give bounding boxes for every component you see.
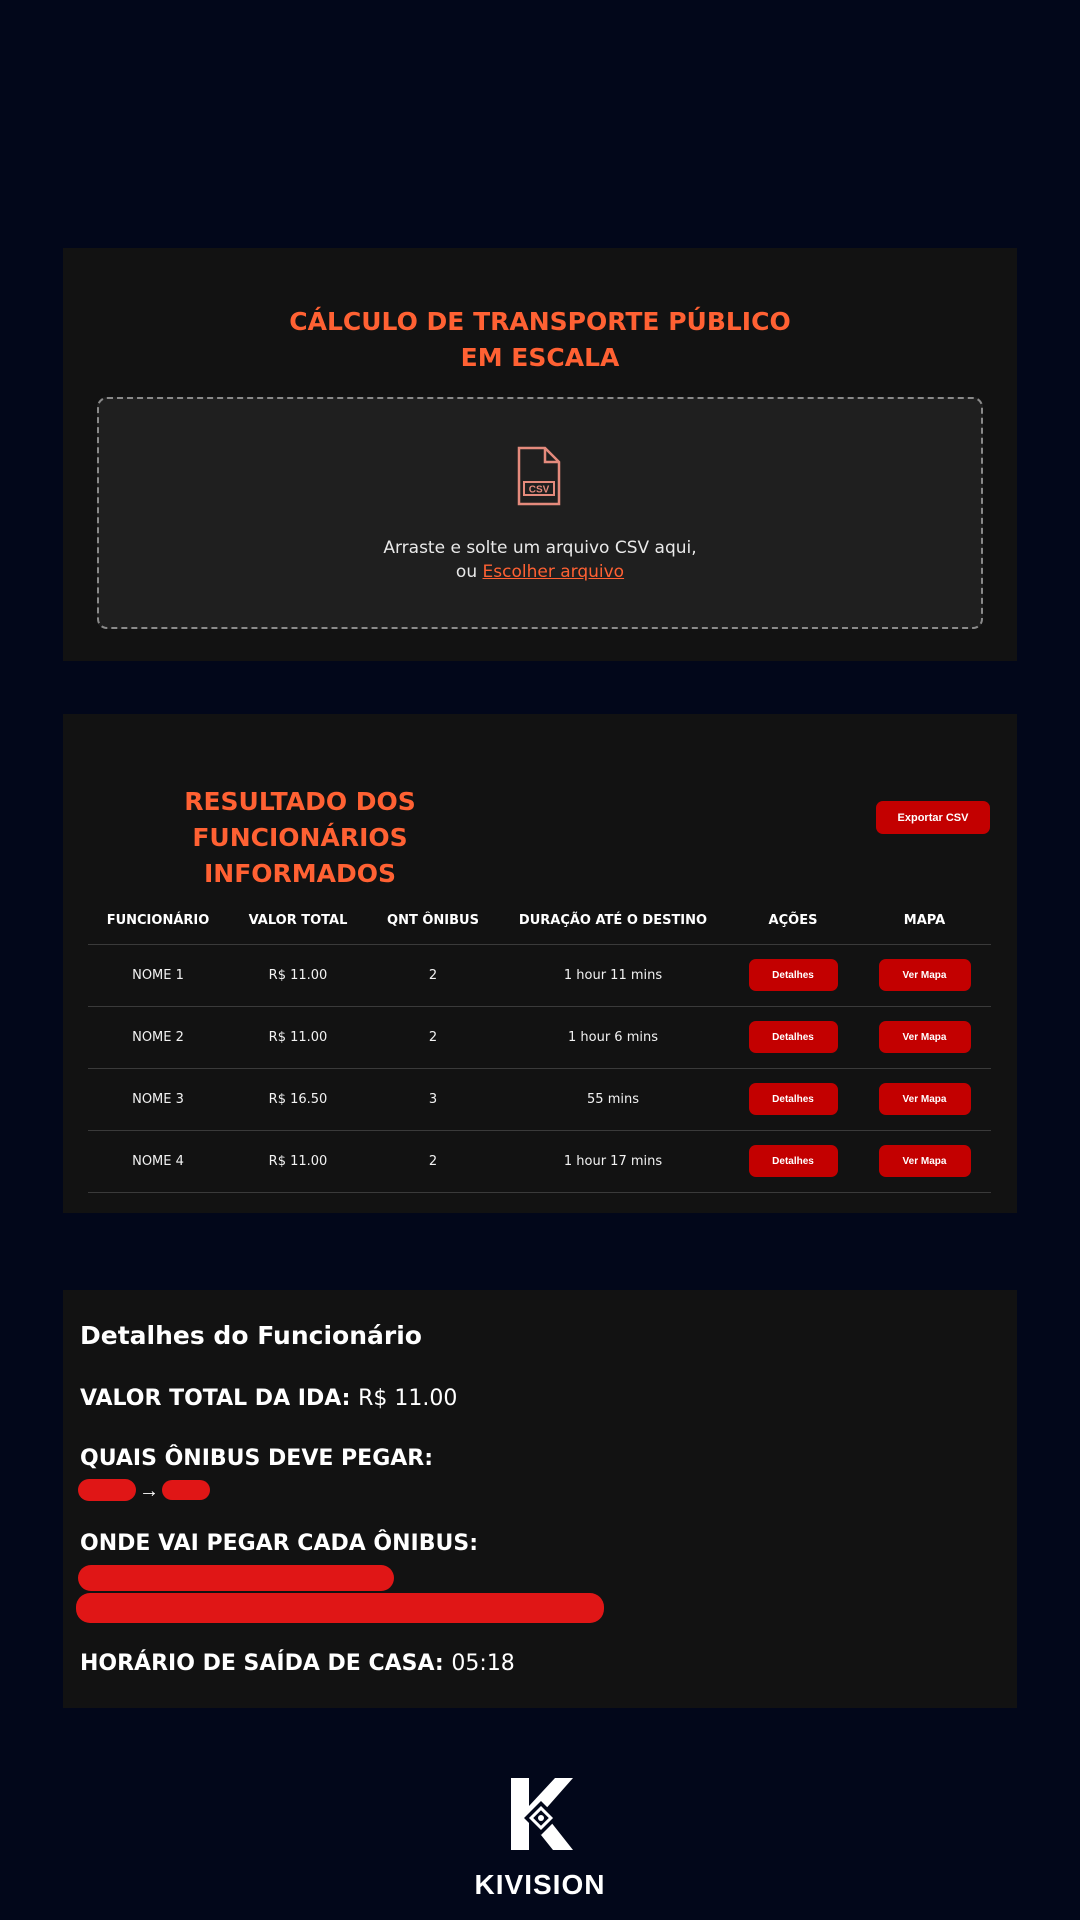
column-header: DURAÇÃO ATÉ O DESTINO — [498, 898, 728, 945]
details-button[interactable]: Detalhes — [748, 1145, 838, 1177]
csv-file-icon: CSV — [517, 446, 561, 506]
cell-buses: 3 — [368, 1068, 498, 1131]
column-header: AÇÕES — [728, 898, 858, 945]
table-row: NOME 2 R$ 11.00 2 1 hour 6 mins Detalhes… — [88, 1006, 991, 1069]
column-header: QNT ÔNIBUS — [368, 898, 498, 945]
cell-name: NOME 3 — [88, 1068, 228, 1131]
boarding-points-label: ONDE VAI PEGAR CADA ÔNIBUS: — [80, 1531, 478, 1556]
details-heading: Detalhes do Funcionário — [80, 1321, 422, 1350]
cell-map: Ver Mapa — [858, 1006, 991, 1069]
total-fare-line: VALOR TOTAL DA IDA: R$ 11.00 — [80, 1386, 457, 1411]
cell-name: NOME 2 — [88, 1006, 228, 1069]
cell-map: Ver Mapa — [858, 944, 991, 1007]
redaction-mark — [78, 1565, 394, 1591]
view-map-button[interactable]: Ver Mapa — [878, 959, 971, 991]
drop-instructions: Arraste e solte um arquivo CSV aqui, — [383, 538, 697, 558]
upload-title-line2: EM ESCALA — [460, 343, 620, 372]
cell-actions: Detalhes — [728, 1130, 858, 1193]
cell-duration: 1 hour 11 mins — [498, 944, 728, 1007]
buses-label: QUAIS ÔNIBUS DEVE PEGAR: — [80, 1446, 434, 1471]
upload-title: CÁLCULO DE TRANSPORTE PÚBLICO EM ESCALA — [63, 304, 1017, 376]
cell-name: NOME 4 — [88, 1130, 228, 1193]
results-title-line2: INFORMADOS — [203, 859, 397, 888]
details-button[interactable]: Detalhes — [748, 1083, 838, 1115]
export-csv-button[interactable]: Exportar CSV — [876, 801, 990, 834]
cell-buses: 2 — [368, 1006, 498, 1069]
cell-duration: 1 hour 6 mins — [498, 1006, 728, 1069]
cell-total: R$ 11.00 — [228, 1130, 368, 1193]
choose-file-link[interactable]: Escolher arquivo — [483, 562, 625, 582]
cell-actions: Detalhes — [728, 944, 858, 1007]
cell-map: Ver Mapa — [858, 1130, 991, 1193]
cell-map: Ver Mapa — [858, 1068, 991, 1131]
results-title-line1: RESULTADO DOS FUNCIONÁRIOS — [184, 787, 416, 852]
cell-buses: 2 — [368, 1130, 498, 1193]
cell-duration: 1 hour 17 mins — [498, 1130, 728, 1193]
redaction-mark — [162, 1480, 210, 1500]
cell-actions: Detalhes — [728, 1006, 858, 1069]
table-header-row: FUNCIONÁRIO VALOR TOTAL QNT ÔNIBUS DURAÇ… — [88, 898, 991, 945]
view-map-button[interactable]: Ver Mapa — [878, 1083, 971, 1115]
employee-details-panel — [63, 1290, 1017, 1708]
cell-actions: Detalhes — [728, 1068, 858, 1131]
total-fare-label: VALOR TOTAL DA IDA: — [80, 1386, 351, 1411]
cell-total: R$ 11.00 — [228, 1006, 368, 1069]
redaction-mark — [76, 1593, 604, 1623]
cell-buses: 2 — [368, 944, 498, 1007]
or-text: ou — [455, 562, 483, 582]
table-row: NOME 3 R$ 16.50 3 55 mins Detalhes Ver M… — [88, 1068, 991, 1131]
column-header: FUNCIONÁRIO — [88, 898, 228, 945]
csv-icon-label: CSV — [529, 485, 550, 496]
cell-total: R$ 16.50 — [228, 1068, 368, 1131]
cell-name: NOME 1 — [88, 944, 228, 1007]
table-row: NOME 1 R$ 11.00 2 1 hour 11 mins Detalhe… — [88, 944, 991, 1007]
details-button[interactable]: Detalhes — [748, 959, 838, 991]
details-button[interactable]: Detalhes — [748, 1021, 838, 1053]
upload-title-line1: CÁLCULO DE TRANSPORTE PÚBLICO — [289, 307, 791, 336]
column-header: VALOR TOTAL — [228, 898, 368, 945]
bus-arrow: → — [139, 1480, 159, 1502]
cell-duration: 55 mins — [498, 1068, 728, 1131]
redaction-mark — [78, 1479, 136, 1501]
view-map-button[interactable]: Ver Mapa — [878, 1145, 971, 1177]
total-fare-value: R$ 11.00 — [358, 1386, 458, 1411]
results-table: FUNCIONÁRIO VALOR TOTAL QNT ÔNIBUS DURAÇ… — [88, 898, 991, 1193]
view-map-button[interactable]: Ver Mapa — [878, 1021, 971, 1053]
cell-total: R$ 11.00 — [228, 944, 368, 1007]
table-row: NOME 4 R$ 11.00 2 1 hour 17 mins Detalhe… — [88, 1130, 991, 1193]
departure-time-value: 05:18 — [451, 1651, 515, 1676]
drop-alternative: ou Escolher arquivo — [97, 562, 983, 582]
csv-dropzone[interactable] — [97, 397, 983, 629]
column-header: MAPA — [858, 898, 991, 945]
kivision-logo-icon — [511, 1778, 573, 1850]
results-title: RESULTADO DOS FUNCIONÁRIOS INFORMADOS — [80, 784, 520, 892]
departure-time-label: HORÁRIO DE SAÍDA DE CASA: — [80, 1651, 444, 1676]
kivision-logo-text: KIVISION — [474, 1869, 606, 1900]
departure-time-line: HORÁRIO DE SAÍDA DE CASA: 05:18 — [80, 1651, 515, 1676]
